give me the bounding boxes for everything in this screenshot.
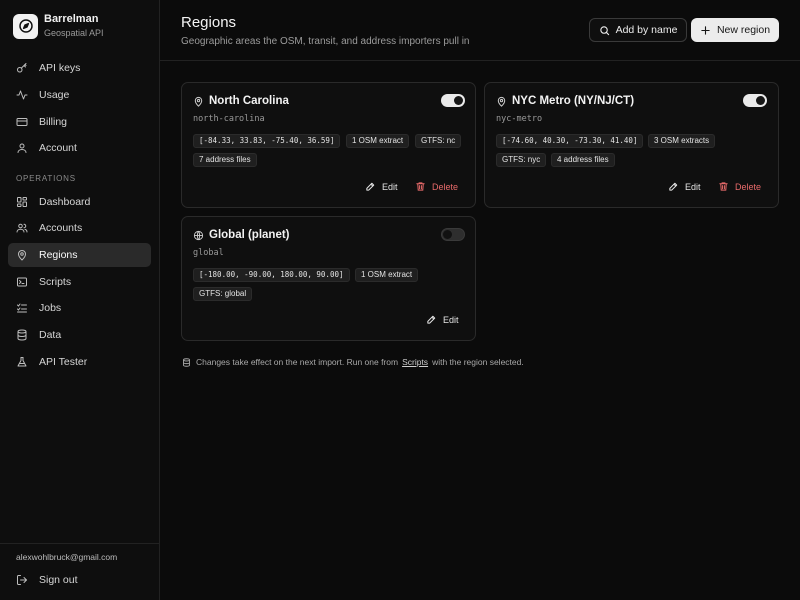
globe-icon [193, 230, 204, 241]
region-slug: global [193, 248, 224, 258]
region-enabled-toggle[interactable] [441, 228, 465, 241]
edit-button[interactable]: Edit [365, 181, 398, 192]
bbox-chip: [-84.33, 33.83, -75.40, 36.59] [193, 134, 341, 148]
gtfs-chip: GTFS: nc [415, 134, 462, 148]
region-card: Global (planet) global [-180.00, -90.00,… [181, 216, 476, 341]
footnote-text: Changes take effect on the next import. … [196, 357, 399, 367]
sidebar-item-accounts[interactable]: Accounts [8, 216, 151, 240]
edit-label: Edit [443, 314, 459, 325]
sidebar-item-label: API Tester [39, 356, 88, 368]
map-pin-icon [16, 249, 28, 261]
pencil-icon [668, 181, 679, 192]
edit-button[interactable]: Edit [668, 181, 701, 192]
address-files-chip: 7 address files [193, 153, 257, 167]
sidebar-item-label: Data [39, 329, 62, 341]
sidebar-divider [0, 543, 159, 544]
delete-button[interactable]: Delete [415, 181, 458, 192]
delete-label: Delete [735, 181, 762, 192]
add-by-name-label: Add by name [615, 24, 678, 36]
region-name: NYC Metro (NY/NJ/CT) [512, 95, 635, 107]
trash-icon [718, 181, 729, 192]
sidebar: Barrelman Geospatial API API keys Usage … [0, 0, 160, 600]
activity-icon [16, 89, 28, 101]
sidebar-item-label: Jobs [39, 302, 62, 314]
region-name: Global (planet) [209, 229, 290, 241]
bbox-chip: [-180.00, -90.00, 180.00, 90.00] [193, 268, 350, 282]
new-region-button[interactable]: New region [691, 18, 779, 42]
page-header: Regions Geographic areas the OSM, transi… [160, 0, 800, 61]
region-slug: north-carolina [193, 114, 265, 124]
sidebar-item-label: Scripts [39, 276, 72, 288]
trash-icon [415, 181, 426, 192]
brand[interactable]: Barrelman Geospatial API [13, 13, 104, 39]
sidebar-item-usage[interactable]: Usage [8, 83, 151, 107]
log-out-icon [16, 574, 28, 586]
user-email: alexwohlbruck@gmail.com [16, 552, 118, 562]
region-slug: nyc-metro [496, 114, 543, 124]
credit-card-icon [16, 116, 28, 128]
database-icon [182, 357, 191, 367]
sidebar-item-data[interactable]: Data [8, 323, 151, 347]
terminal-icon [16, 276, 28, 288]
list-checks-icon [16, 302, 28, 314]
brand-name: Barrelman [44, 13, 99, 25]
sidebar-item-api-keys[interactable]: API keys [8, 56, 151, 80]
edit-label: Edit [685, 181, 701, 192]
sign-out-button[interactable]: Sign out [8, 568, 151, 592]
osm-extract-chip: 1 OSM extract [346, 134, 410, 148]
brand-subtitle: Geospatial API [44, 28, 104, 38]
region-enabled-toggle[interactable] [743, 94, 767, 107]
osm-extract-chip: 3 OSM extracts [648, 134, 716, 148]
pencil-icon [365, 181, 376, 192]
pencil-icon [426, 314, 437, 325]
database-icon [16, 329, 28, 341]
sidebar-item-billing[interactable]: Billing [8, 110, 151, 134]
region-name: North Carolina [209, 95, 289, 107]
compass-icon [13, 13, 38, 39]
address-files-chip: 4 address files [551, 153, 615, 167]
map-pin-icon [193, 96, 204, 107]
sidebar-item-label: API keys [39, 62, 81, 74]
map-pin-icon [496, 96, 507, 107]
footnote-text-after: with the region selected. [432, 357, 524, 367]
footnote: Changes take effect on the next import. … [182, 357, 524, 367]
bbox-chip: [-74.60, 40.30, -73.30, 41.40] [496, 134, 644, 148]
sidebar-item-regions[interactable]: Regions [8, 243, 151, 267]
sidebar-item-dashboard[interactable]: Dashboard [8, 190, 151, 214]
region-card: North Carolina north-carolina [-84.33, 3… [181, 82, 476, 208]
search-icon [599, 25, 610, 36]
sidebar-item-account[interactable]: Account [8, 136, 151, 160]
osm-extract-chip: 1 OSM extract [355, 268, 419, 282]
sidebar-item-label: Billing [39, 116, 68, 128]
flask-icon [16, 356, 28, 368]
gtfs-chip: GTFS: global [193, 287, 253, 301]
scripts-link[interactable]: Scripts [402, 357, 428, 367]
sign-out-label: Sign out [39, 574, 78, 586]
delete-label: Delete [432, 181, 459, 192]
edit-button[interactable]: Edit [426, 314, 459, 325]
key-icon [16, 62, 28, 74]
page-subtitle: Geographic areas the OSM, transit, and a… [181, 36, 470, 47]
edit-label: Edit [382, 181, 398, 192]
add-by-name-button[interactable]: Add by name [589, 18, 687, 42]
dashboard-icon [16, 196, 28, 208]
delete-button[interactable]: Delete [718, 181, 761, 192]
plus-icon [700, 25, 711, 36]
users-icon [16, 222, 28, 234]
region-card: NYC Metro (NY/NJ/CT) nyc-metro [-74.60, … [484, 82, 779, 208]
page-title: Regions [181, 14, 237, 31]
gtfs-chip: GTFS: nyc [496, 153, 547, 167]
user-icon [16, 142, 28, 154]
sidebar-item-label: Usage [39, 89, 70, 101]
region-enabled-toggle[interactable] [441, 94, 465, 107]
sidebar-item-scripts[interactable]: Scripts [8, 270, 151, 294]
sidebar-item-jobs[interactable]: Jobs [8, 296, 151, 320]
sidebar-item-label: Account [39, 142, 77, 154]
sidebar-item-api-tester[interactable]: API Tester [8, 350, 151, 374]
section-label-operations: OPERATIONS [16, 174, 76, 183]
new-region-label: New region [716, 24, 771, 36]
sidebar-item-label: Regions [39, 249, 78, 261]
sidebar-item-label: Accounts [39, 222, 83, 234]
sidebar-item-label: Dashboard [39, 196, 91, 208]
